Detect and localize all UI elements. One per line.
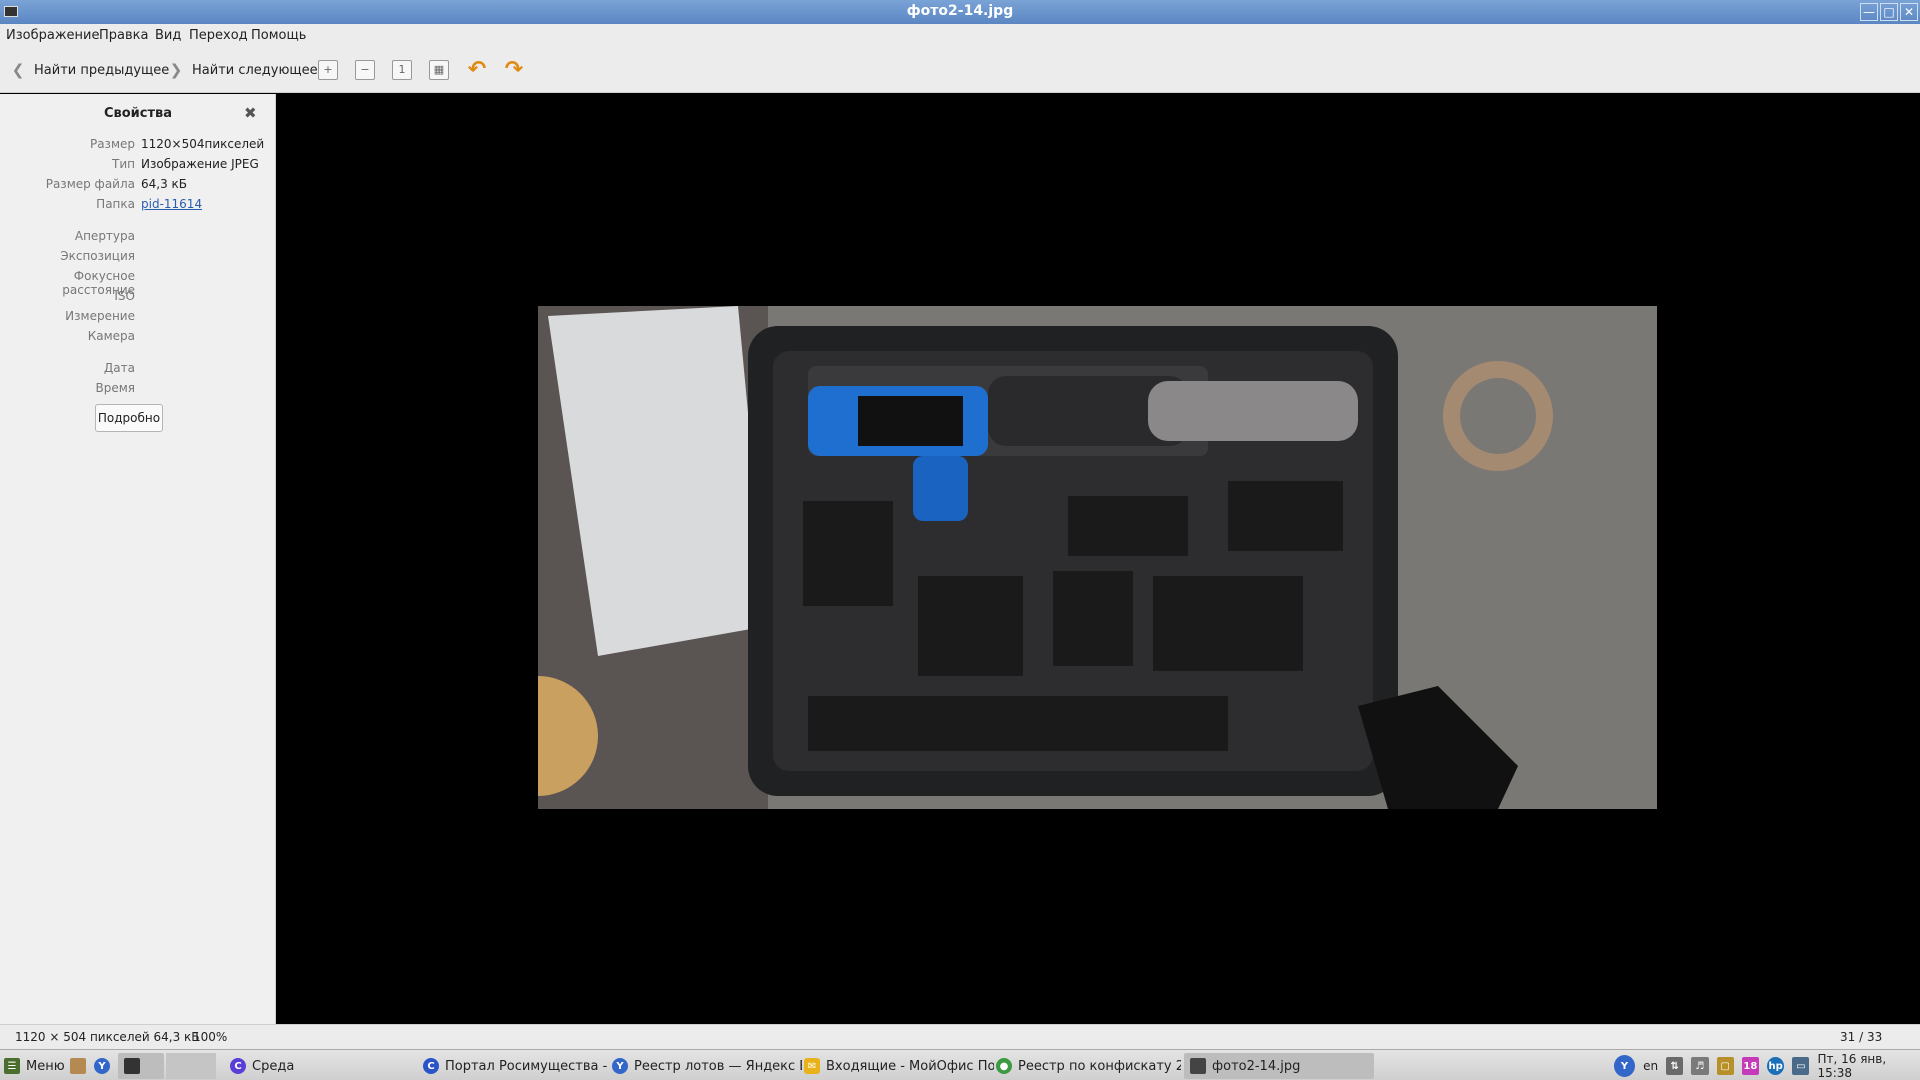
zoom-out-icon[interactable]: − [355,60,375,80]
folder-link[interactable]: pid-11614 [141,197,202,211]
task-reestr-konfiskat[interactable]: ● Реестр по конфискату 20... [996,1053,1181,1079]
start-menu-button[interactable]: ☰ Меню [4,1053,65,1079]
status-counter: 31 / 33 [1840,1030,1883,1044]
find-next-button[interactable]: ❯ Найти следующее [166,58,318,82]
sreda-icon: C [230,1058,246,1074]
menu-view[interactable]: Вид [155,28,181,43]
system-tray: Y en ⇅ ♬ ▢ 18 hp ▭ Пт, 16 янв, 15:38 [1614,1052,1920,1080]
notification-badge-icon[interactable]: 18 [1741,1057,1759,1075]
exif-label-iso: ISO [114,289,135,303]
find-previous-button[interactable]: ❮ Найти предыдущее [8,58,170,82]
yandex-browser-launcher-icon[interactable]: Y [94,1058,110,1074]
minimize-button[interactable]: — [1860,3,1878,21]
taskbar-empty-slot[interactable] [166,1053,216,1079]
arrow-left-icon: ❮ [11,61,25,79]
prop-value-type: Изображение JPEG [141,157,259,171]
window-title: фото2-14.jpg [906,3,1014,19]
details-button[interactable]: Подробно [95,404,163,432]
task-label: Реестр лотов — Яндекс Б... [634,1058,802,1074]
status-bar: 1120 × 504 пикселей 64,3 кБ 100% 31 / 33 [0,1024,1920,1049]
find-previous-label: Найти предыдущее [34,62,170,78]
portal-icon: C [423,1058,439,1074]
maximize-button[interactable]: □ [1880,3,1898,21]
best-fit-icon[interactable]: ▦ [429,60,449,80]
menu-edit[interactable]: Правка [99,28,148,43]
close-window-button[interactable]: ✕ [1900,3,1918,21]
prop-label-filesize: Размер файла [45,177,135,191]
menu-image[interactable]: Изображение [6,28,99,43]
sidebar-title: Свойства [103,106,173,121]
exif-label-date: Дата [103,361,135,375]
task-label: Портал Росимущества - ... [445,1058,608,1074]
task-label: Среда [252,1058,295,1074]
task-label: Реестр по конфискату 20... [1018,1058,1181,1074]
title-bar: фото2-14.jpg — □ ✕ [0,0,1920,24]
keyboard-layout[interactable]: en [1643,1059,1658,1073]
show-desktop-button[interactable] [118,1053,164,1079]
exif-label-metering: Измерение [65,309,135,323]
image-canvas[interactable] [277,94,1920,1024]
status-zoom: 100% [193,1030,228,1044]
start-menu-label: Меню [26,1058,65,1074]
prop-label-type: Тип [112,157,135,171]
task-image-viewer[interactable]: фото2-14.jpg [1184,1053,1374,1079]
exif-label-time: Время [95,381,135,395]
prop-value-size: 1120×504пикселей [141,137,265,151]
clipboard-icon[interactable]: ▢ [1716,1057,1734,1075]
arrow-right-icon: ❯ [169,61,183,79]
exif-label-exposure: Экспозиция [60,249,135,263]
properties-sidebar: Свойства ✖ Размер 1120×504пикселей Тип И… [0,94,276,1024]
clock[interactable]: Пт, 16 янв, 15:38 [1817,1052,1920,1080]
photo-image [538,306,1657,809]
prop-label-folder: Папка [96,197,135,211]
normal-size-icon[interactable]: 1 [392,60,412,80]
rotate-right-icon[interactable]: ↷ [502,58,526,82]
start-menu-icon: ☰ [4,1058,20,1074]
status-image-info: 1120 × 504 пикселей 64,3 кБ [15,1030,200,1044]
menu-help[interactable]: Помощь [251,28,306,43]
find-next-label: Найти следующее [192,62,318,78]
exif-label-camera: Камера [87,329,135,343]
yandex-tray-icon[interactable]: Y [1614,1055,1636,1077]
hp-icon[interactable]: hp [1767,1057,1785,1075]
task-portal-rosimushchestva[interactable]: C Портал Росимущества - ... [423,1053,608,1079]
task-reestr-lotov[interactable]: Y Реестр лотов — Яндекс Б... [612,1053,802,1079]
task-label: Входящие - МойОфис По... [826,1058,994,1074]
prop-value-filesize: 64,3 кБ [141,177,188,191]
volume-icon[interactable]: ♬ [1691,1057,1709,1075]
taskbar: ☰ Меню Y C Среда C Портал Росимущества -… [0,1049,1920,1080]
prop-label-size: Размер [89,137,135,151]
close-sidebar-icon[interactable]: ✖ [244,104,257,122]
exif-label-aperture: Апертура [74,229,135,243]
task-sreda[interactable]: C Среда [230,1053,400,1079]
zoom-in-icon[interactable]: + [318,60,338,80]
file-manager-icon[interactable] [70,1058,86,1074]
display-icon[interactable]: ▭ [1792,1057,1810,1075]
photo-illustration [538,306,1657,809]
image-viewer-icon [1190,1058,1206,1074]
desktop-icon [124,1058,140,1074]
chrome-icon: ● [996,1058,1012,1074]
rotate-left-icon[interactable]: ↶ [465,58,489,82]
menu-go[interactable]: Переход [189,28,248,43]
task-label: фото2-14.jpg [1212,1058,1301,1074]
task-myoffice-mail[interactable]: ✉ Входящие - МойОфис По... [804,1053,994,1079]
toolbar: ❮ Найти предыдущее ❯ Найти следующее + −… [0,48,1920,93]
network-icon[interactable]: ⇅ [1666,1057,1684,1075]
yandex-browser-icon: Y [612,1058,628,1074]
myoffice-mail-icon: ✉ [804,1058,820,1074]
menu-bar: Изображение Правка Вид Переход Помощь [0,24,1920,48]
